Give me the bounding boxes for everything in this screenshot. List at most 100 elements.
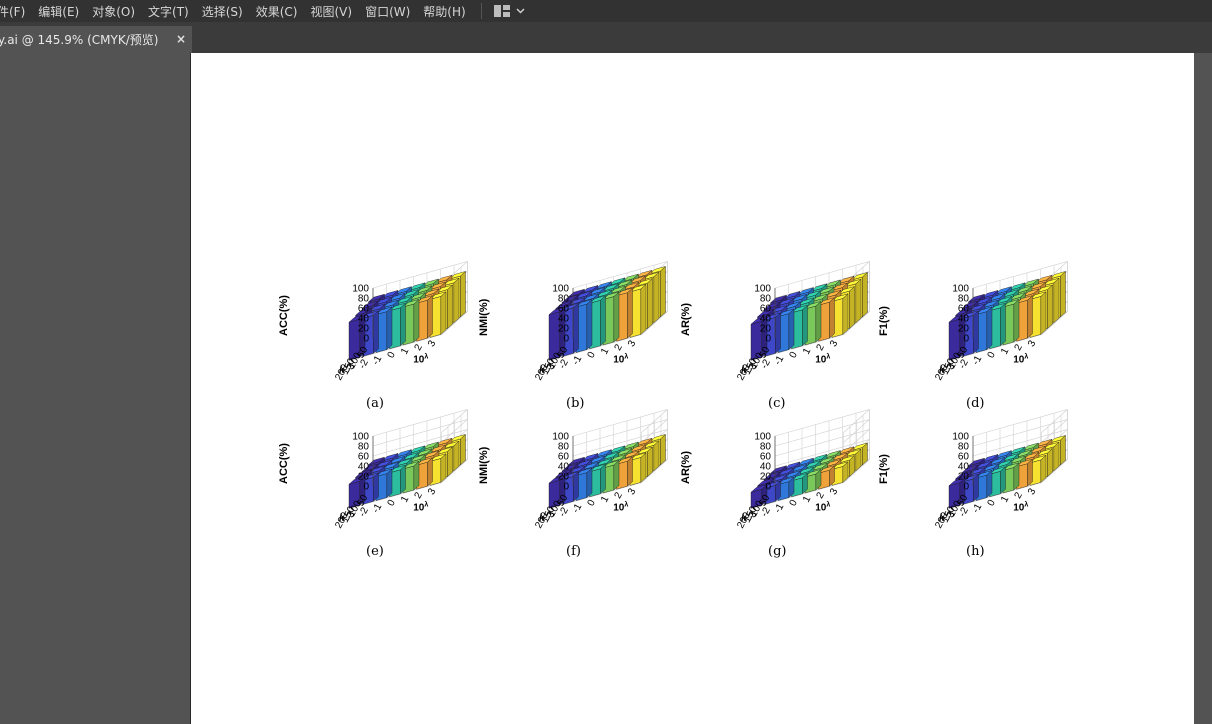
lambda-tick-label: -1 [571, 354, 585, 367]
menu-separator [480, 3, 482, 19]
document-tab-title: y.ai @ 145.9% (CMYK/预览) [0, 33, 159, 47]
chart-panel: 100 80 60 40 20 0 50 100 150 200 k -3 -2 -1 0 1 2 3 10λ F1(… [878, 261, 1073, 412]
chart-panel: 100 80 60 40 20 0 50 100 150 200 k -3 -2 -1 0 1 2 3 10λ ACC… [278, 261, 473, 412]
subfigure-caption: (g) [768, 544, 787, 559]
chart-panel: 100 80 60 40 20 0 50 100 150 200 k -3 -2 -1 0 1 2 3 10λ F1(… [878, 409, 1073, 560]
lambda-axis-label: 10λ [1013, 352, 1028, 365]
chart-panel: 100 80 60 40 20 0 50 100 150 200 k -3 -2 -1 0 1 2 3 10λ AR(… [680, 261, 875, 412]
lambda-tick-label: 3 [828, 338, 841, 348]
lambda-axis-label: 10λ [1013, 500, 1028, 513]
lambda-axis-label: 10λ [613, 352, 628, 365]
lambda-tick-label: 2 [613, 342, 626, 352]
lambda-tick-label: 0 [386, 350, 399, 360]
lambda-tick-label: -1 [773, 502, 787, 515]
subfigure-caption: (d) [966, 396, 985, 411]
lambda-tick-label: 0 [788, 350, 801, 360]
lambda-tick-label: 0 [986, 350, 999, 360]
z-axis-label: AR(%) [680, 303, 692, 336]
menu-window[interactable]: 窗口(W) [365, 3, 410, 20]
lambda-tick-label: 1 [399, 494, 412, 504]
close-icon[interactable]: × [176, 32, 186, 46]
bar-chart-3d: 10080604020050100150200k-3 -2 -1 0 1 2 310λ [735, 409, 870, 530]
lambda-axis-label: 10λ [613, 500, 628, 513]
y-tick-label: 0 [363, 482, 369, 493]
z-axis-label: ACC(%) [278, 295, 290, 336]
lambda-tick-label: 2 [413, 490, 426, 500]
lambda-tick-label: 2 [815, 490, 828, 500]
lambda-tick-label: -1 [371, 354, 385, 367]
lambda-tick-label: 0 [586, 350, 599, 360]
menu-help[interactable]: 帮助(H) [423, 3, 465, 20]
chart-panel: 100 80 60 40 20 0 50 100 150 200 k -3 -2 -1 0 1 2 3 10λ AR(… [680, 409, 875, 560]
workspace-switcher-button[interactable] [493, 5, 525, 17]
lambda-tick-label: 2 [1013, 490, 1026, 500]
z-axis-label: F1(%) [878, 454, 890, 484]
bar-chart-3d: 10080604020050100150200k-3 -2 -1 0 1 2 310λ [533, 261, 668, 382]
lambda-tick-label: 0 [788, 498, 801, 508]
lambda-tick-label: 0 [986, 498, 999, 508]
lambda-tick-label: 3 [426, 486, 439, 496]
lambda-tick-label: -1 [971, 502, 985, 515]
menu-object[interactable]: 对象(O) [92, 3, 135, 20]
lambda-tick-label: 2 [413, 342, 426, 352]
bar-chart-3d: 10080604020050100150200k-3 -2 -1 0 1 2 310λ [533, 409, 668, 530]
lambda-tick-label: 1 [999, 494, 1012, 504]
canvas-right-gutter [1194, 53, 1212, 724]
lambda-tick-label: 2 [815, 342, 828, 352]
subfigure-caption: (e) [366, 544, 384, 559]
subfigure-caption: (h) [966, 544, 985, 559]
subfigure-caption: (f) [566, 544, 581, 559]
bar-chart-3d: 10080604020050100150200k-3 -2 -1 0 1 2 310λ [333, 261, 468, 382]
bar-chart-3d: 10080604020050100150200k-3 -2 -1 0 1 2 310λ [333, 409, 468, 530]
lambda-axis-label: 10λ [815, 352, 830, 365]
subfigure-caption: (b) [566, 396, 585, 411]
menu-effect[interactable]: 效果(C) [256, 3, 298, 20]
subfigure-caption: (c) [768, 396, 786, 411]
chart-panel: 100 80 60 40 20 0 50 100 150 200 k -3 -2 -1 0 1 2 3 10λ NMI… [478, 409, 673, 560]
lambda-axis-label: 10λ [413, 500, 428, 513]
lambda-tick-label: 2 [613, 490, 626, 500]
lambda-axis-label: 10λ [413, 352, 428, 365]
z-axis-label: NMI(%) [478, 446, 490, 484]
y-tick-label: 0 [563, 334, 569, 345]
y-tick-label: 0 [563, 482, 569, 493]
y-tick-label: 0 [363, 334, 369, 345]
menu-edit[interactable]: 编辑(E) [38, 3, 79, 20]
menu-bar: 件(F) 编辑(E) 对象(O) 文字(T) 选择(S) 效果(C) 视图(V)… [0, 0, 1212, 22]
lambda-axis-label: 10λ [815, 500, 830, 513]
chevron-down-icon [516, 8, 525, 14]
document-tab[interactable]: y.ai @ 145.9% (CMYK/预览) × [0, 26, 192, 53]
lambda-tick-label: 3 [426, 338, 439, 348]
y-tick-label: 0 [963, 334, 969, 345]
z-axis-label: ACC(%) [278, 443, 290, 484]
bar-chart-3d: 10080604020050100150200k-3 -2 -1 0 1 2 310λ [735, 261, 870, 382]
z-axis-label: F1(%) [878, 306, 890, 336]
lambda-tick-label: 1 [599, 346, 612, 356]
lambda-tick-label: 2 [1013, 342, 1026, 352]
chart-panel: 100 80 60 40 20 0 50 100 150 200 k -3 -2 -1 0 1 2 3 10λ ACC… [278, 409, 473, 560]
lambda-tick-label: 3 [626, 486, 639, 496]
lambda-tick-label: 1 [801, 494, 814, 504]
menu-select[interactable]: 选择(S) [202, 3, 243, 20]
bar-chart-3d: 10080604020050100150200k-3 -2 -1 0 1 2 310λ [933, 261, 1068, 382]
lambda-tick-label: 3 [828, 486, 841, 496]
menu-file[interactable]: 件(F) [0, 3, 25, 20]
lambda-tick-label: -1 [773, 354, 787, 367]
y-tick-label: 0 [963, 482, 969, 493]
z-axis-label: AR(%) [680, 451, 692, 484]
y-tick-label: 0 [765, 334, 771, 345]
chart-panel: 100 80 60 40 20 0 50 100 150 200 k -3 -2 -1 0 1 2 3 10λ NMI… [478, 261, 673, 412]
workspace-layout-icon [493, 5, 510, 17]
y-tick-label: 0 [765, 482, 771, 493]
lambda-tick-label: 3 [1026, 338, 1039, 348]
menu-view[interactable]: 视图(V) [310, 3, 352, 20]
lambda-tick-label: 0 [586, 498, 599, 508]
lambda-tick-label: 0 [386, 498, 399, 508]
menu-type[interactable]: 文字(T) [148, 3, 189, 20]
lambda-tick-label: -1 [971, 354, 985, 367]
lambda-tick-label: 1 [599, 494, 612, 504]
lambda-tick-label: 1 [399, 346, 412, 356]
bar-chart-3d: 10080604020050100150200k-3 -2 -1 0 1 2 310λ [933, 409, 1068, 530]
lambda-tick-label: 3 [1026, 486, 1039, 496]
lambda-tick-label: -1 [571, 502, 585, 515]
